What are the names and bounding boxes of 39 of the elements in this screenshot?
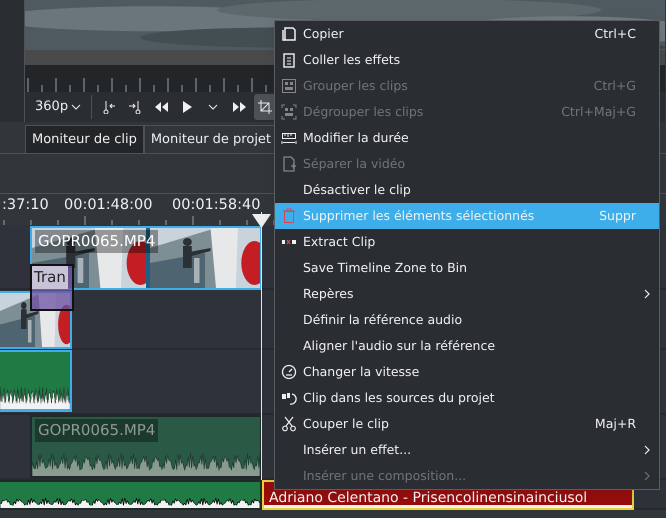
timecode: 00:01:58:40: [172, 196, 260, 215]
scissors-icon: [281, 416, 297, 432]
playhead-marker-icon[interactable]: [252, 214, 271, 228]
audio-clip[interactable]: [0, 480, 262, 510]
crop-button[interactable]: [254, 94, 276, 120]
speedometer-icon: [281, 364, 297, 380]
menu-item[interactable]: Clip dans les sources du projet: [275, 385, 659, 411]
copy-icon: [281, 26, 297, 42]
crop-icon: [258, 100, 272, 114]
menu-item[interactable]: Insérer un effet...: [275, 437, 659, 463]
menu-item[interactable]: Coller les effets: [275, 47, 659, 73]
monitor-tab[interactable]: Moniteur de clip: [25, 125, 144, 153]
rewind-icon: [154, 100, 168, 114]
file-plus-icon: [281, 156, 297, 172]
zone-in-icon: [102, 100, 116, 114]
clipboard-icon: [281, 52, 297, 68]
menu-item[interactable]: Définir la référence audio: [275, 307, 659, 333]
bin-icon: [281, 390, 297, 406]
chevron-down-icon: [71, 103, 82, 111]
menu-item[interactable]: Changer la vitesse: [275, 359, 659, 385]
audio-clip[interactable]: [0, 350, 72, 412]
menu-item[interactable]: Couper le clip Maj+R: [275, 411, 659, 437]
menu-item[interactable]: Copier Ctrl+C: [275, 21, 659, 47]
menu-item[interactable]: Repères: [275, 281, 659, 307]
ungroup-icon: [281, 104, 297, 120]
trash-icon: [281, 208, 297, 224]
menu-item[interactable]: Extract Clip: [275, 229, 659, 255]
menu-item[interactable]: Aligner l'audio sur la référence: [275, 333, 659, 359]
resolution-dropdown[interactable]: 360p: [31, 94, 86, 120]
menu-item[interactable]: Désactiver le clip: [275, 177, 659, 203]
fast-forward-icon: [232, 100, 246, 114]
zone-out-icon: [128, 100, 142, 114]
transition-clip[interactable]: Tran: [30, 264, 74, 311]
timecode: :37:10: [2, 196, 49, 215]
timecode: 00:01:48:00: [64, 196, 152, 215]
group-icon: [281, 78, 297, 94]
play-icon: [180, 100, 194, 114]
ruler-icon: [281, 130, 297, 146]
menu-item[interactable]: Save Timeline Zone to Bin: [275, 255, 659, 281]
